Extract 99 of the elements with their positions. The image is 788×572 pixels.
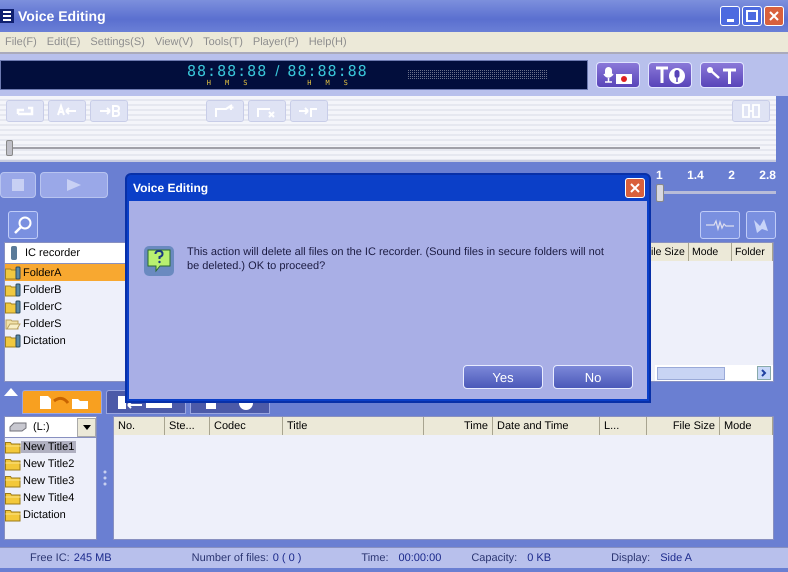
folder-icon xyxy=(5,440,21,454)
column-header[interactable]: Date and Time xyxy=(493,417,600,435)
collapse-icon[interactable] xyxy=(4,388,18,396)
split-file-button[interactable] xyxy=(732,100,770,122)
dialog-title: Voice Editing xyxy=(133,181,210,195)
folder-icon xyxy=(5,508,21,522)
scroll-right-button[interactable] xyxy=(757,366,771,380)
voice-to-text-button[interactable] xyxy=(700,62,744,88)
folder-item[interactable]: FolderB xyxy=(5,281,145,298)
drive-icon xyxy=(9,422,27,432)
close-button[interactable] xyxy=(625,178,645,198)
total-time: 88:88:88 xyxy=(287,64,368,78)
column-header[interactable]: File Size xyxy=(647,417,720,435)
app-icon xyxy=(0,9,14,23)
text-to-voice-button[interactable] xyxy=(648,62,692,88)
status-label: Time: xyxy=(361,552,389,564)
column-header[interactable]: Title xyxy=(283,417,424,435)
splitter-grip-icon[interactable] xyxy=(103,470,107,486)
folder-icon xyxy=(5,456,21,470)
column-header[interactable]: Folder xyxy=(732,243,773,261)
close-icon xyxy=(768,10,780,22)
folder-item[interactable]: New Title3 xyxy=(5,472,96,489)
chevron-right-icon xyxy=(761,369,767,377)
folder-device-icon xyxy=(5,334,21,348)
scrollbar-thumb[interactable] xyxy=(657,366,725,380)
column-header[interactable]: Codec xyxy=(210,417,283,435)
waveform-button[interactable] xyxy=(700,211,740,239)
add-index-button[interactable] xyxy=(206,100,244,122)
horizontal-scrollbar[interactable] xyxy=(655,365,773,381)
folder-item[interactable]: FolderC xyxy=(5,298,145,315)
stop-icon xyxy=(12,179,24,191)
slider-thumb[interactable] xyxy=(6,140,13,156)
status-label: Number of files: xyxy=(192,552,269,564)
speed-tick-label: 2.8 xyxy=(759,168,776,182)
folder-item[interactable]: New Title2 xyxy=(5,455,96,472)
status-value: 245 MB xyxy=(74,552,112,564)
waveform-icon xyxy=(705,217,735,233)
play-icon xyxy=(66,178,82,192)
search-button[interactable] xyxy=(8,211,38,239)
text-microphone-icon xyxy=(653,65,687,85)
dialog-button[interactable]: No xyxy=(553,365,633,389)
status-value: 0 ( 0 ) xyxy=(272,552,302,564)
folder-device-icon xyxy=(5,282,21,296)
folder-icon xyxy=(5,474,21,488)
mark-a-button[interactable] xyxy=(48,100,86,122)
column-header[interactable]: No. xyxy=(114,417,165,435)
minimize-icon xyxy=(726,18,734,22)
folder-item[interactable]: FolderS xyxy=(5,315,145,332)
status-label: Display: xyxy=(611,552,650,564)
device-name: IC recorder xyxy=(25,247,80,259)
close-button[interactable] xyxy=(764,6,784,26)
speed-tick-label: 1.4 xyxy=(687,168,704,182)
folder-item[interactable]: Dictation xyxy=(5,332,145,349)
dropdown-arrow-icon xyxy=(82,424,90,430)
window-title: Voice Editing xyxy=(18,8,107,24)
drive-dropdown[interactable]: (L:) xyxy=(5,417,96,438)
maximize-icon xyxy=(746,10,758,22)
repeat-button[interactable] xyxy=(6,100,44,122)
status-value: 0 KB xyxy=(527,552,552,564)
open-folder-icon xyxy=(5,316,21,330)
status-label: Free IC: xyxy=(30,552,70,564)
folder-item[interactable]: New Title1 xyxy=(5,438,96,455)
column-header[interactable]: Ste... xyxy=(165,417,210,435)
speed-slider[interactable] xyxy=(656,184,776,202)
transfer-button[interactable] xyxy=(746,211,776,239)
microphone-record-icon xyxy=(601,65,635,85)
stop-button[interactable] xyxy=(0,172,36,198)
speed-tick-label: 2 xyxy=(728,168,735,182)
slider-thumb[interactable] xyxy=(656,184,664,202)
elapsed-time: 88:88:88 xyxy=(187,64,268,78)
status-value: 00:00:00 xyxy=(398,552,442,564)
column-header[interactable]: Mode xyxy=(720,417,773,435)
folder-item[interactable]: Dictation xyxy=(5,506,96,523)
status-value: Side A xyxy=(660,552,692,564)
column-header[interactable]: Mode xyxy=(689,243,732,261)
time-separator: / xyxy=(275,64,280,78)
play-button[interactable] xyxy=(40,172,108,198)
transfer-to-pc-tab[interactable] xyxy=(22,390,102,414)
minimize-button[interactable] xyxy=(720,6,740,26)
question-icon xyxy=(143,245,175,277)
status-label: Capacity: xyxy=(471,552,518,564)
dialog-button[interactable]: Yes xyxy=(463,365,543,389)
folder-device-icon xyxy=(5,266,21,280)
delete-index-button[interactable] xyxy=(248,100,286,122)
dialog-message: This action will delete all files on the IC recorder. (Sound files in secure folders will not be deleted.) OK to proceed? xyxy=(187,245,605,273)
mark-b-button[interactable] xyxy=(90,100,128,122)
speed-tick-label: 1 xyxy=(656,168,663,182)
folder-icon xyxy=(5,490,21,504)
close-icon xyxy=(629,182,641,194)
move-index-button[interactable] xyxy=(290,100,328,122)
record-button[interactable] xyxy=(596,62,640,88)
microphone-text-icon xyxy=(705,65,739,85)
folder-item[interactable]: New Title4 xyxy=(5,489,96,506)
column-header[interactable]: L... xyxy=(600,417,647,435)
folder-device-icon xyxy=(5,300,21,314)
maximize-button[interactable] xyxy=(742,6,762,26)
column-header[interactable]: Time xyxy=(424,417,493,435)
search-icon xyxy=(13,215,33,235)
recorder-icon xyxy=(11,246,17,260)
